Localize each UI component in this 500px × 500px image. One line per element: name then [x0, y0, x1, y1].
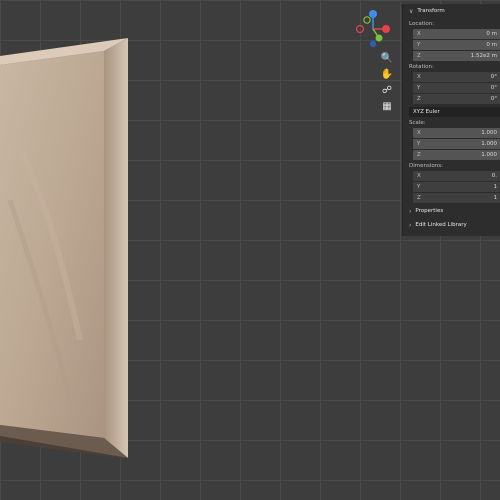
- location-x-field[interactable]: X0 m: [413, 29, 500, 39]
- location-y-field[interactable]: Y0 m: [413, 40, 500, 50]
- transform-header-label: Transform: [417, 8, 445, 14]
- scale-y-field[interactable]: Y 1.000: [413, 139, 500, 149]
- chevron-right-icon: ›: [409, 207, 412, 215]
- location-label: Location:: [409, 21, 435, 27]
- scale-label: Scale:: [409, 120, 426, 126]
- scale-x-field[interactable]: X 1.000: [413, 128, 500, 138]
- rotation-label: Rotation:: [409, 64, 434, 70]
- dimensions-x-field[interactable]: X 0.: [413, 171, 500, 181]
- chevron-down-icon: ∨: [409, 7, 414, 15]
- gizmo-x-handle[interactable]: [382, 25, 390, 33]
- navigation-gizmo[interactable]: [352, 8, 394, 50]
- gizmo-y-handle[interactable]: [375, 34, 383, 42]
- chevron-right-icon: ›: [409, 221, 412, 229]
- rotation-mode-dropdown[interactable]: XYZ Euler: [409, 107, 500, 117]
- edit-linked-library-label: Edit Linked Library: [415, 222, 467, 228]
- gizmo-neg-y-handle[interactable]: [363, 16, 371, 24]
- transform-section-header[interactable]: ∨ Transform: [403, 4, 500, 18]
- grid-icon[interactable]: ▦: [378, 99, 396, 114]
- sidebar-properties-panel: ∨ Transform Location: X0 m Y0 m Z 1.52e2 …: [402, 4, 500, 236]
- gizmo-neg-x-handle[interactable]: [355, 24, 365, 34]
- gizmo-z-handle[interactable]: [369, 10, 377, 18]
- gizmo-neg-z-handle[interactable]: [369, 40, 377, 48]
- rotation-x-field[interactable]: X 0°: [413, 72, 500, 82]
- zoom-icon[interactable]: 🔍: [378, 51, 396, 66]
- navigation-tools: 🔍 ✋ ☍ ▦: [378, 51, 396, 115]
- edit-linked-library-header[interactable]: › Edit Linked Library: [403, 218, 500, 232]
- properties-label: Properties: [415, 208, 444, 214]
- rotation-z-field[interactable]: Z 0°: [413, 94, 500, 104]
- dimensions-label: Dimensions:: [409, 163, 443, 169]
- camera-icon[interactable]: ☍: [378, 83, 396, 98]
- hand-pan-icon[interactable]: ✋: [378, 67, 396, 82]
- properties-section-header[interactable]: › Properties: [403, 204, 500, 218]
- scale-z-field[interactable]: Z 1.000: [413, 150, 500, 160]
- location-z-field[interactable]: Z 1.52e2 m: [413, 51, 500, 61]
- dimensions-y-field[interactable]: Y1: [413, 182, 500, 192]
- dimensions-z-field[interactable]: Z1: [413, 193, 500, 203]
- rotation-y-field[interactable]: Y 0°: [413, 83, 500, 93]
